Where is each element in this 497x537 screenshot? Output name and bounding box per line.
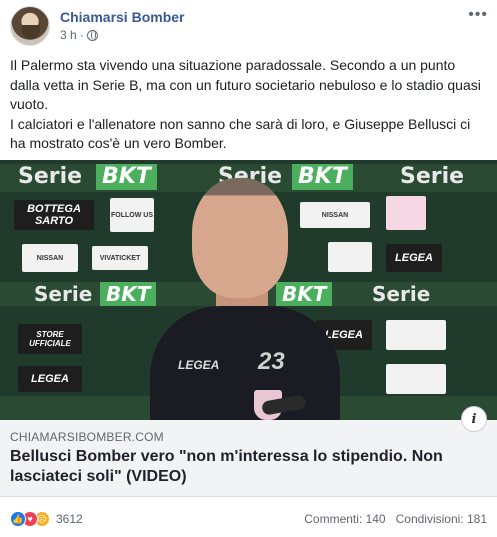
more-options-icon[interactable]: ••• [468,6,488,24]
club-crest-board [386,196,426,230]
like-icon: 👍 [10,511,26,527]
video-thumbnail[interactable]: Serie BKT Serie BKT Serie BOTTEGA SARTO … [0,160,497,420]
globe-icon [86,29,98,41]
shirt-number: 23 [258,348,285,375]
sponsor-board [386,364,446,394]
post-text: Il Palermo sta vivendo una situazione pa… [10,56,488,154]
sponsor-board [386,320,446,350]
post-meta: 3 h · [60,28,98,42]
serie-logo: Serie [400,164,465,189]
link-domain: CHIAMARSIBOMBER.COM [10,430,164,444]
sponsor-nissan: NISSAN [22,244,78,272]
link-title[interactable]: Bellusci Bomber vero "non m'interessa lo… [10,447,450,487]
serie-logo: Serie [34,282,93,306]
post-text-paragraph-2: I calciatori e l'allenatore non sanno ch… [10,115,471,152]
post-text-paragraph-1: Il Palermo sta vivendo una situazione pa… [10,57,481,113]
player: LEGEA 23 [150,178,340,420]
sponsor-bottega: BOTTEGA SARTO [14,200,94,230]
sponsor-follow: FOLLOW US [110,198,154,232]
sponsor-legea: LEGEA [18,366,82,392]
comments-count[interactable]: Commenti: 140 [304,512,385,526]
avatar-beard [22,25,40,39]
shares-count[interactable]: Condivisioni: 181 [396,512,487,526]
reaction-count: 3612 [56,512,83,526]
shirt-brand: LEGEA [178,358,220,372]
meta-separator: · [79,28,84,42]
reactions-summary[interactable]: 👍 ♥ ☹ 3612 [10,511,83,527]
post-stats: Commenti: 140 Condivisioni: 181 [304,512,487,526]
avatar[interactable] [10,6,50,46]
info-icon[interactable]: i [461,406,487,432]
bkt-logo: BKT [96,164,157,190]
player-shirt: LEGEA 23 [150,306,340,420]
post-footer: 👍 ♥ ☹ 3612 Commenti: 140 Condivisioni: 1… [0,497,497,537]
player-head [192,178,288,298]
sponsor-legea: LEGEA [386,244,442,272]
post-header: Chiamarsi Bomber 3 h · ••• [10,6,490,50]
post-time[interactable]: 3 h [60,28,77,42]
sponsor-store: STORE UFFICIALE [18,324,82,354]
author-name[interactable]: Chiamarsi Bomber [60,9,184,25]
serie-logo: Serie [18,164,83,189]
sponsor-vivaticket: VIVATICKET [92,246,148,270]
serie-logo: Serie [372,282,431,306]
link-preview[interactable]: CHIAMARSIBOMBER.COM Bellusci Bomber vero… [0,420,497,497]
bkt-logo: BKT [100,282,157,306]
